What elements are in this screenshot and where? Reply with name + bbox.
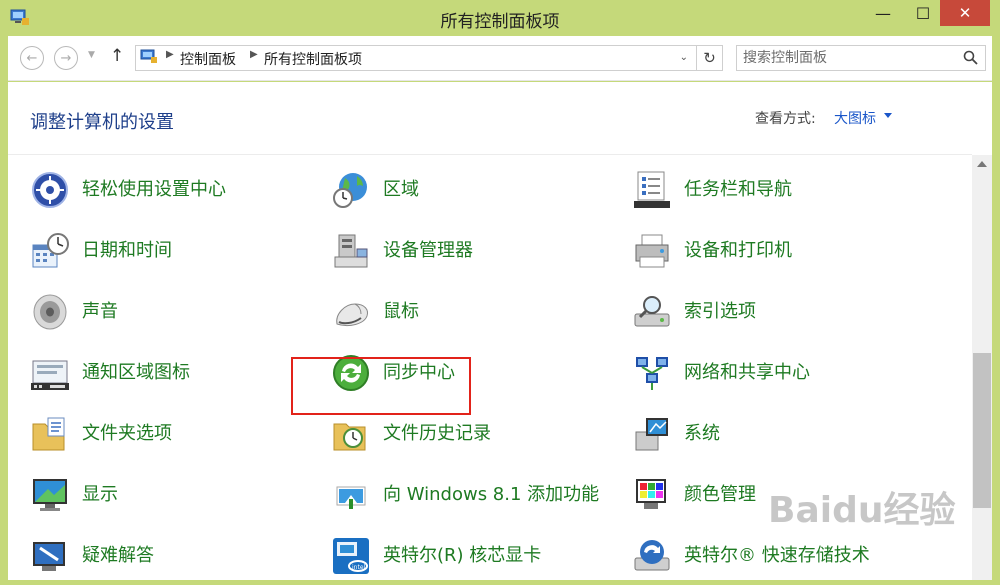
search-icon[interactable] xyxy=(963,50,979,66)
baidu-watermark-logo: Baidu经验 xyxy=(768,490,955,531)
device-manager-icon xyxy=(334,234,368,268)
item-label[interactable]: 文件夹选项 xyxy=(82,421,172,447)
view-by-caret-icon[interactable] xyxy=(884,113,892,118)
item-label[interactable]: 颜色管理 xyxy=(684,482,756,508)
item-label[interactable]: 英特尔® 快速存储技术 xyxy=(684,543,870,569)
folder-options-icon xyxy=(32,417,65,451)
item-label[interactable]: 设备管理器 xyxy=(383,238,473,264)
item-label[interactable]: 索引选项 xyxy=(684,299,756,325)
item-ease-of-access[interactable]: 轻松使用设置中心 xyxy=(30,163,330,217)
up-button[interactable]: ↑ xyxy=(110,46,124,66)
view-by-dropdown[interactable]: 大图标 xyxy=(834,108,876,128)
date-time-icon xyxy=(32,233,69,268)
item-network-sharing[interactable]: 网络和共享中心 xyxy=(632,346,932,400)
item-troubleshooting[interactable]: 疑难解答 xyxy=(30,529,330,580)
speaker-icon xyxy=(33,294,67,330)
item-sound[interactable]: 声音 xyxy=(30,285,330,339)
control-panel-window: 所有控制面板项 — ☐ ✕ ← → ▼ ↑ ▶ 控制面板 ▶ 所有控制面板项 ⌄… xyxy=(0,0,1000,585)
item-system[interactable]: 系统 xyxy=(632,407,932,461)
item-label[interactable]: 网络和共享中心 xyxy=(684,360,810,386)
item-label[interactable]: 系统 xyxy=(684,421,720,447)
display-icon xyxy=(33,479,67,511)
mouse-icon xyxy=(336,303,368,327)
address-history-chevron-down-icon[interactable]: ⌄ xyxy=(680,52,688,63)
item-label[interactable]: 鼠标 xyxy=(383,299,419,325)
item-label[interactable]: 显示 xyxy=(82,482,118,508)
view-by-label: 查看方式: xyxy=(755,111,816,127)
vertical-scrollbar[interactable] xyxy=(972,155,992,580)
maximize-button[interactable]: ☐ xyxy=(906,0,940,26)
indexing-icon xyxy=(634,296,670,327)
intel-graphics-icon: intel xyxy=(333,538,369,574)
window-title: 所有控制面板项 xyxy=(440,12,560,32)
forward-button[interactable]: → xyxy=(54,46,78,70)
recent-locations-chevron-down-icon[interactable]: ▼ xyxy=(88,50,95,60)
item-folder-options[interactable]: 文件夹选项 xyxy=(30,407,330,461)
color-management-icon xyxy=(636,479,666,509)
item-label[interactable]: 向 Windows 8.1 添加功能 xyxy=(383,482,599,508)
minimize-button[interactable]: — xyxy=(860,0,906,26)
ease-of-access-icon xyxy=(32,172,68,208)
printer-icon xyxy=(635,234,669,268)
watermark-text: Baidu经验 xyxy=(768,490,955,531)
item-label[interactable]: 任务栏和导航 xyxy=(684,177,792,203)
address-bar: ← → ▼ ↑ ▶ 控制面板 ▶ 所有控制面板项 ⌄ ↻ xyxy=(8,36,992,81)
breadcrumb-control-panel[interactable]: 控制面板 xyxy=(180,49,236,69)
system-icon xyxy=(635,418,668,451)
breadcrumb[interactable]: ▶ 控制面板 ▶ 所有控制面板项 ⌄ xyxy=(135,45,697,71)
item-file-history[interactable]: 文件历史记录 xyxy=(331,407,631,461)
item-devices-printers[interactable]: 设备和打印机 xyxy=(632,224,932,278)
add-features-icon xyxy=(336,486,366,509)
search-box[interactable] xyxy=(736,45,986,71)
mouse-highlight-box xyxy=(291,357,471,415)
troubleshooting-icon xyxy=(33,542,65,571)
item-label[interactable]: 文件历史记录 xyxy=(383,421,491,447)
item-date-time[interactable]: 日期和时间 xyxy=(30,224,330,278)
file-history-icon xyxy=(333,423,366,451)
item-label[interactable]: 轻松使用设置中心 xyxy=(82,177,226,203)
breadcrumb-all-items[interactable]: 所有控制面板项 xyxy=(264,49,362,69)
scroll-up-icon[interactable] xyxy=(977,161,987,167)
chevron-right-icon[interactable]: ▶ xyxy=(250,49,258,60)
item-label[interactable]: 通知区域图标 xyxy=(82,360,190,386)
title-bar[interactable]: 所有控制面板项 — ☐ ✕ xyxy=(0,0,1000,36)
item-label[interactable]: 英特尔(R) 核芯显卡 xyxy=(383,543,541,569)
scroll-thumb[interactable] xyxy=(973,353,991,508)
item-label[interactable]: 区域 xyxy=(383,177,419,203)
item-label[interactable]: 声音 xyxy=(82,299,118,325)
item-mouse[interactable]: 鼠标 xyxy=(331,285,631,339)
item-region[interactable]: 区域 xyxy=(331,163,631,217)
chevron-right-icon[interactable]: ▶ xyxy=(166,49,174,60)
item-indexing-options[interactable]: 索引选项 xyxy=(632,285,932,339)
item-notification-area[interactable]: 通知区域图标 xyxy=(30,346,330,400)
network-icon xyxy=(636,357,668,390)
search-input[interactable] xyxy=(743,48,953,68)
page-title: 调整计算机的设置 xyxy=(30,112,174,133)
item-device-manager[interactable]: 设备管理器 xyxy=(331,224,631,278)
item-label[interactable]: 设备和打印机 xyxy=(684,238,792,264)
item-display[interactable]: 显示 xyxy=(30,468,330,522)
item-label[interactable]: 疑难解答 xyxy=(82,543,154,569)
item-taskbar-navigation[interactable]: 任务栏和导航 xyxy=(632,163,932,217)
svg-text:intel: intel xyxy=(352,564,366,571)
notification-area-icon xyxy=(31,360,69,390)
item-label[interactable]: 日期和时间 xyxy=(82,238,172,264)
intel-storage-icon xyxy=(634,540,670,571)
region-globe-icon xyxy=(333,173,367,208)
item-intel-graphics[interactable]: intel 英特尔(R) 核芯显卡 xyxy=(331,529,631,580)
control-panel-icon xyxy=(140,49,157,63)
close-button[interactable]: ✕ xyxy=(940,0,990,26)
item-add-features[interactable]: 向 Windows 8.1 添加功能 xyxy=(331,468,631,522)
taskbar-icon xyxy=(634,171,670,208)
refresh-button[interactable]: ↻ xyxy=(697,45,723,71)
back-button[interactable]: ← xyxy=(20,46,44,70)
